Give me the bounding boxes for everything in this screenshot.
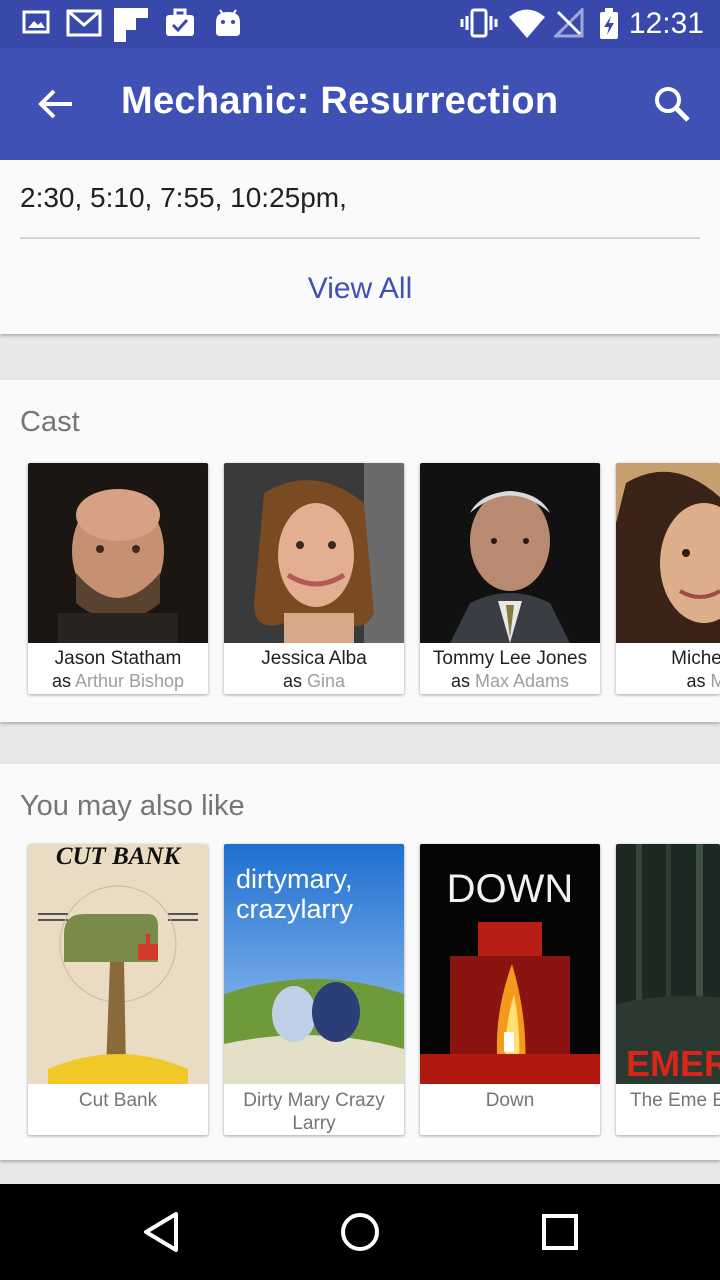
- no-signal-icon: [554, 8, 584, 38]
- cast-as-label: as: [686, 671, 706, 691]
- movie-poster: EMERY: [616, 844, 720, 1084]
- cast-card[interactable]: Jessica Alba as Gina: [224, 463, 404, 694]
- cast-character: Gina: [307, 671, 346, 691]
- cast-character: M: [710, 671, 720, 691]
- showtimes-text: 2:30, 5:10, 7:55, 10:25pm,: [20, 182, 347, 213]
- wifi-icon: [509, 9, 545, 38]
- image-icon: [22, 10, 50, 34]
- cast-name: Jessica Alba: [261, 648, 367, 669]
- movie-card[interactable]: dirtymary, crazylarry Dirty Mary Crazy L…: [224, 844, 404, 1135]
- cast-role: as Arthur Bishop: [28, 671, 208, 692]
- search-icon[interactable]: [652, 84, 692, 124]
- recents-square-icon[interactable]: [540, 1210, 580, 1254]
- movie-title: Dirty Mary Crazy Larry: [243, 1090, 385, 1134]
- movie-poster: CUT BANK: [28, 844, 208, 1084]
- poster-title-line1: dirtymary,: [236, 864, 353, 894]
- battery-charging-icon: [600, 8, 618, 39]
- cast-role: as M: [616, 671, 720, 692]
- navigation-bar: [0, 1184, 720, 1280]
- movie-card[interactable]: CUT BANK Cut Bank: [28, 844, 208, 1135]
- related-section-title: You may also like: [20, 790, 245, 822]
- cast-character: Arthur Bishop: [74, 671, 185, 691]
- movie-poster: dirtymary, crazylarry: [224, 844, 404, 1084]
- vibrate-icon: [460, 8, 498, 38]
- related-movies-section: You may also like CUT BANK Cut Bank dirt…: [0, 764, 720, 1160]
- cast-section: Cast Jason Statham as Arthur Bishop Jess…: [0, 380, 720, 722]
- cast-character: Max Adams: [474, 671, 570, 691]
- status-bar: 12:31: [0, 0, 720, 48]
- movie-title: Down: [485, 1090, 535, 1111]
- movie-title: Cut Bank: [78, 1090, 158, 1111]
- briefcase-check-icon: [166, 8, 194, 36]
- cast-card[interactable]: Tommy Lee Jones as Max Adams: [420, 463, 600, 694]
- poster-title: DOWN: [447, 867, 574, 911]
- view-all-button[interactable]: View All: [0, 272, 720, 306]
- cast-name: Michelle: [671, 648, 720, 669]
- page-title: Mechanic: Resurrection: [121, 80, 559, 122]
- cast-name: Jason Statham: [54, 648, 182, 669]
- divider: [20, 237, 700, 239]
- android-icon: [216, 9, 240, 36]
- cast-role: as Gina: [224, 671, 404, 692]
- showtimes-card: 2:30, 5:10, 7:55, 10:25pm, View All: [0, 160, 720, 334]
- cast-as-label: as: [51, 671, 71, 691]
- cast-photo: [28, 463, 208, 643]
- back-triangle-icon[interactable]: [140, 1210, 184, 1254]
- cast-photo: [616, 463, 720, 643]
- arrow-back-icon[interactable]: [36, 84, 76, 124]
- cast-section-title: Cast: [20, 406, 80, 438]
- cast-as-label: as: [450, 671, 470, 691]
- cast-card[interactable]: Jason Statham as Arthur Bishop: [28, 463, 208, 694]
- movie-card[interactable]: EMERY The Eme Experim: [616, 844, 720, 1135]
- app-bar: Mechanic: Resurrection: [0, 48, 720, 160]
- flipboard-icon: [114, 8, 148, 42]
- cast-photo: [224, 463, 404, 643]
- poster-title-line2: crazylarry: [236, 894, 354, 924]
- movie-poster: DOWN: [420, 844, 600, 1084]
- cast-card[interactable]: Michelle as M: [616, 463, 720, 694]
- clock: 12:31: [628, 7, 704, 40]
- poster-title: EMERY: [626, 1043, 720, 1084]
- movie-title: The Eme Experim: [629, 1090, 720, 1111]
- cast-as-label: as: [282, 671, 302, 691]
- gmail-icon: [66, 9, 102, 37]
- cast-photo: [420, 463, 600, 643]
- cast-name: Tommy Lee Jones: [432, 648, 588, 669]
- poster-title: CUT BANK: [56, 844, 183, 870]
- movie-card[interactable]: DOWN Down: [420, 844, 600, 1135]
- cast-role: as Max Adams: [420, 671, 600, 692]
- home-circle-icon[interactable]: [338, 1210, 382, 1254]
